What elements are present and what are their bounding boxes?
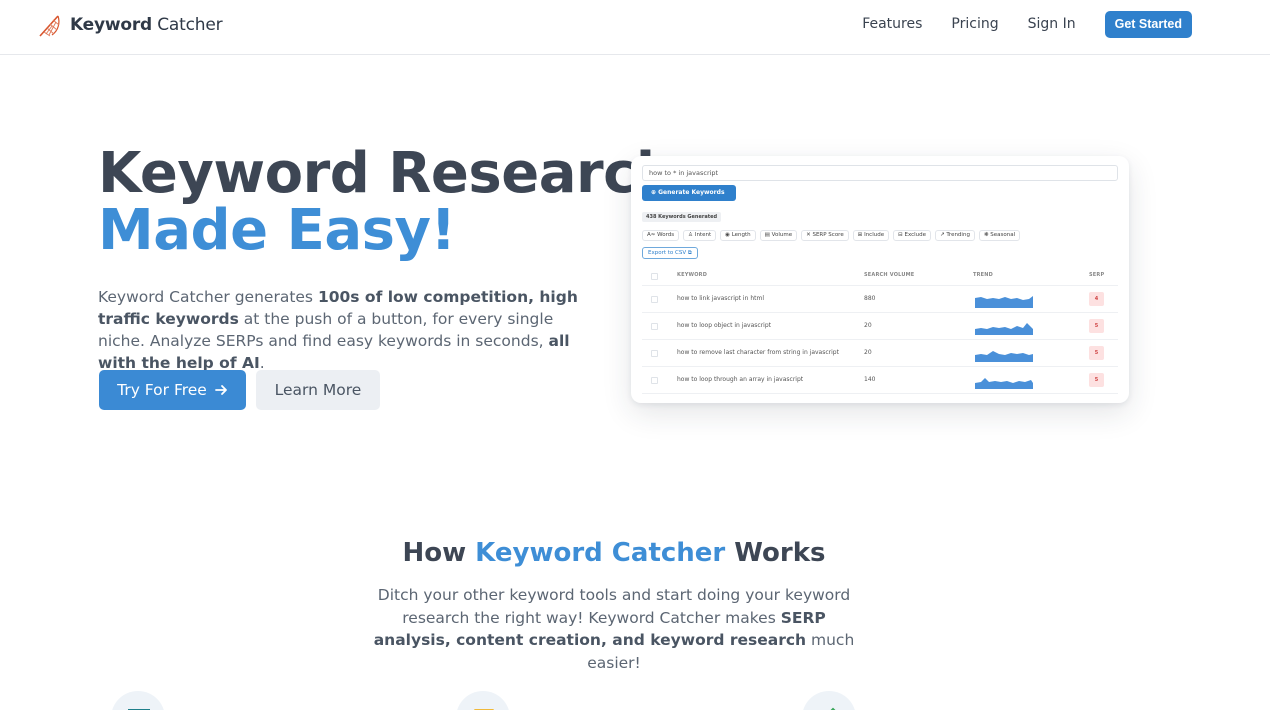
filter-volume[interactable]: ▤ Volume	[759, 230, 798, 241]
row-keyword: how to link javascript in html	[677, 295, 764, 302]
feature-icon-3	[802, 691, 856, 710]
filter-seasonal[interactable]: ❋ Seasonal	[978, 230, 1021, 241]
nav-features[interactable]: Features	[862, 11, 922, 38]
filter-include[interactable]: ⊞ Include	[852, 230, 890, 241]
row-volume: 140	[864, 376, 876, 383]
table-row[interactable]: how to loop through an array in javascri…	[642, 366, 1118, 393]
fishing-net-icon	[39, 15, 60, 37]
filter-serp-score[interactable]: ✕ SERP Score	[801, 230, 849, 241]
filter-exclude[interactable]: ⊟ Exclude	[893, 230, 932, 241]
preview-search-input[interactable]: how to * in javascript	[642, 165, 1118, 181]
row-keyword: how to loop object in javascript	[677, 322, 772, 329]
select-all-checkbox[interactable]	[651, 273, 658, 280]
row-checkbox[interactable]	[651, 296, 658, 303]
row-keyword: how to loop through an array in javascri…	[677, 376, 804, 383]
filter-words[interactable]: A≈ Words	[642, 230, 680, 241]
table-row[interactable]: how to link javascript in html 880 4	[642, 285, 1118, 312]
row-volume: 880	[864, 295, 876, 302]
brand-name: Keyword Catcher	[70, 15, 223, 35]
hero-description: Keyword Catcher generates 100s of low co…	[98, 288, 578, 372]
how-it-works-title: How Keyword Catcher Works	[402, 538, 826, 568]
export-csv-button[interactable]: Export to CSV ⧉	[642, 247, 698, 259]
table-row[interactable]: how to loop object in javascript 20 5	[642, 312, 1118, 339]
filter-trending[interactable]: ↗ Trending	[935, 230, 975, 241]
col-search-volume: SEARCH VOLUME	[864, 272, 915, 278]
row-checkbox[interactable]	[651, 350, 658, 357]
try-for-free-button[interactable]: Try For Free	[99, 370, 246, 410]
how-it-works-description: Ditch your other keyword tools and start…	[373, 586, 855, 672]
serp-score-badge: 5	[1089, 319, 1104, 333]
serp-score-badge: 5	[1089, 373, 1104, 387]
row-volume: 20	[864, 349, 872, 356]
feature-icon-1	[111, 691, 165, 710]
brand-logo[interactable]: Keyword Catcher	[38, 12, 223, 38]
serp-score-badge: 4	[1089, 292, 1104, 306]
table-row[interactable]: how to remove last character from string…	[642, 339, 1118, 366]
filter-intent[interactable]: ♙ Intent	[683, 230, 717, 241]
hero-title: Keyword Research, Made Easy!	[98, 145, 696, 260]
nav-sign-in[interactable]: Sign In	[1028, 11, 1076, 38]
app-preview-card: how to * in javascript ⊕ Generate Keywor…	[631, 156, 1129, 403]
filter-length[interactable]: ◉ Length	[720, 230, 756, 241]
trend-sparkline	[975, 378, 1033, 389]
hero-title-line1: Keyword Research,	[98, 141, 696, 206]
col-serp: SERP	[1089, 272, 1105, 278]
table-icon	[128, 709, 150, 710]
learn-more-button[interactable]: Learn More	[256, 370, 380, 410]
nav-pricing[interactable]: Pricing	[951, 11, 998, 38]
col-keyword: KEYWORD	[677, 272, 708, 278]
top-nav: Keyword Catcher Features Pricing Sign In…	[0, 0, 1270, 55]
keywords-count-badge: 438 Keywords Generated	[642, 212, 722, 222]
row-volume: 20	[864, 322, 872, 329]
trend-sparkline	[975, 323, 1033, 335]
feature-icon-2	[456, 691, 510, 710]
col-trend: TREND	[973, 272, 994, 278]
generate-keywords-button[interactable]: ⊕ Generate Keywords	[642, 185, 736, 201]
chart-up-icon	[830, 707, 836, 710]
table-row	[642, 393, 1118, 403]
funnel-icon	[474, 709, 494, 710]
trend-sparkline	[975, 296, 1033, 308]
get-started-button[interactable]: Get Started	[1104, 11, 1192, 38]
arrow-right-icon	[214, 385, 227, 395]
row-checkbox[interactable]	[651, 377, 658, 384]
hero-title-line2: Made Easy!	[98, 198, 456, 263]
serp-score-badge: 5	[1089, 346, 1104, 360]
filter-bar: A≈ Words ♙ Intent ◉ Length ▤ Volume ✕ SE…	[642, 230, 1021, 241]
trend-sparkline	[975, 351, 1033, 362]
row-keyword: how to remove last character from string…	[677, 349, 839, 356]
row-checkbox[interactable]	[651, 323, 658, 330]
